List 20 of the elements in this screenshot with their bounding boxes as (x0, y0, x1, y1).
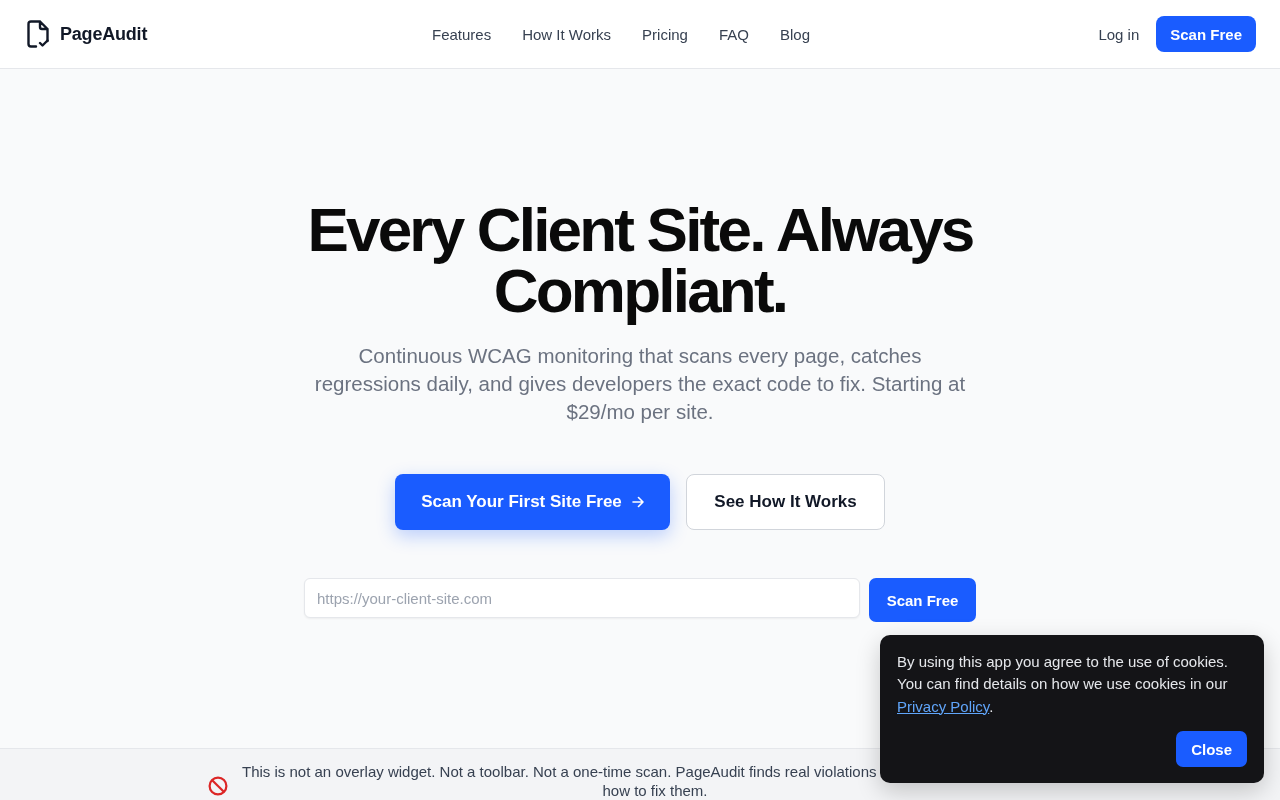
arrow-right-icon (631, 496, 644, 508)
document-check-icon (27, 20, 49, 48)
banner-text: how to fix them. (602, 781, 708, 800)
banner-text: This is not an overlay widget. Not a toolbar. Not a one-time scan. PageAudit finds real violations (242, 762, 877, 781)
nav-link[interactable]: How It Works (522, 25, 612, 43)
brand-name[interactable]: PageAudit (60, 23, 148, 45)
prohibited-icon (208, 776, 228, 796)
nav-link[interactable]: Features (432, 25, 492, 43)
scan-free-button[interactable]: Scan Free (1156, 16, 1256, 52)
nav-link[interactable]: FAQ (718, 25, 749, 43)
see-how-it-works-button[interactable]: See How It Works (686, 474, 885, 530)
scan-first-site-button[interactable]: Scan Your First Site Free (395, 474, 670, 530)
nav-link[interactable]: Pricing (642, 25, 688, 43)
nav-link[interactable]: Blog (779, 25, 810, 43)
close-button[interactable]: Close (1176, 731, 1247, 767)
cookie-text: By using this app you agree to the use of cookies. You can find details on how we use cookies in our Privacy Policy. (897, 651, 1230, 717)
hero-subtitle: Continuous WCAG monitoring that scans every page, catches regressions daily, and gives developers the exact code to fix. Starting at $29/mo per site. (313, 343, 967, 425)
url-input-field[interactable]: https://your-client-site.com (304, 578, 860, 618)
scan-free-button[interactable]: Scan Free (869, 578, 976, 622)
login-link[interactable]: Log in (1098, 25, 1140, 43)
